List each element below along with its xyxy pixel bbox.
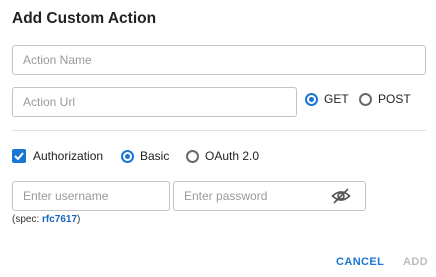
authorization-toggle[interactable]: Authorization (12, 149, 103, 163)
auth-basic-label: Basic (140, 149, 170, 163)
method-post-label: POST (378, 92, 411, 106)
auth-oauth-option[interactable]: OAuth 2.0 (186, 149, 259, 163)
spec-prefix: (spec: (12, 214, 43, 225)
divider (12, 130, 426, 131)
spec-link[interactable]: rfc7617 (42, 214, 77, 225)
eye-off-icon[interactable] (331, 187, 351, 205)
radio-get[interactable] (305, 92, 318, 106)
authorization-checkbox[interactable] (12, 149, 26, 163)
dialog-title: Add Custom Action (12, 10, 157, 27)
auth-oauth-label: OAuth 2.0 (205, 149, 260, 163)
action-name-input[interactable] (12, 45, 426, 75)
method-post-option[interactable]: POST (359, 92, 411, 106)
method-get-option[interactable]: GET (305, 92, 349, 106)
action-url-input[interactable] (12, 87, 297, 117)
radio-basic[interactable] (121, 149, 134, 163)
auth-basic-option[interactable]: Basic (121, 149, 169, 163)
radio-post[interactable] (359, 92, 372, 106)
checkmark-icon (14, 152, 24, 160)
spec-note: (spec: rfc7617) (12, 214, 80, 225)
spec-suffix: ) (77, 214, 81, 225)
authorization-label: Authorization (33, 149, 104, 163)
cancel-button[interactable]: CANCEL (336, 256, 384, 268)
add-button[interactable]: ADD (403, 256, 428, 268)
radio-oauth[interactable] (186, 149, 199, 163)
username-input[interactable] (12, 181, 170, 211)
method-get-label: GET (324, 92, 349, 106)
